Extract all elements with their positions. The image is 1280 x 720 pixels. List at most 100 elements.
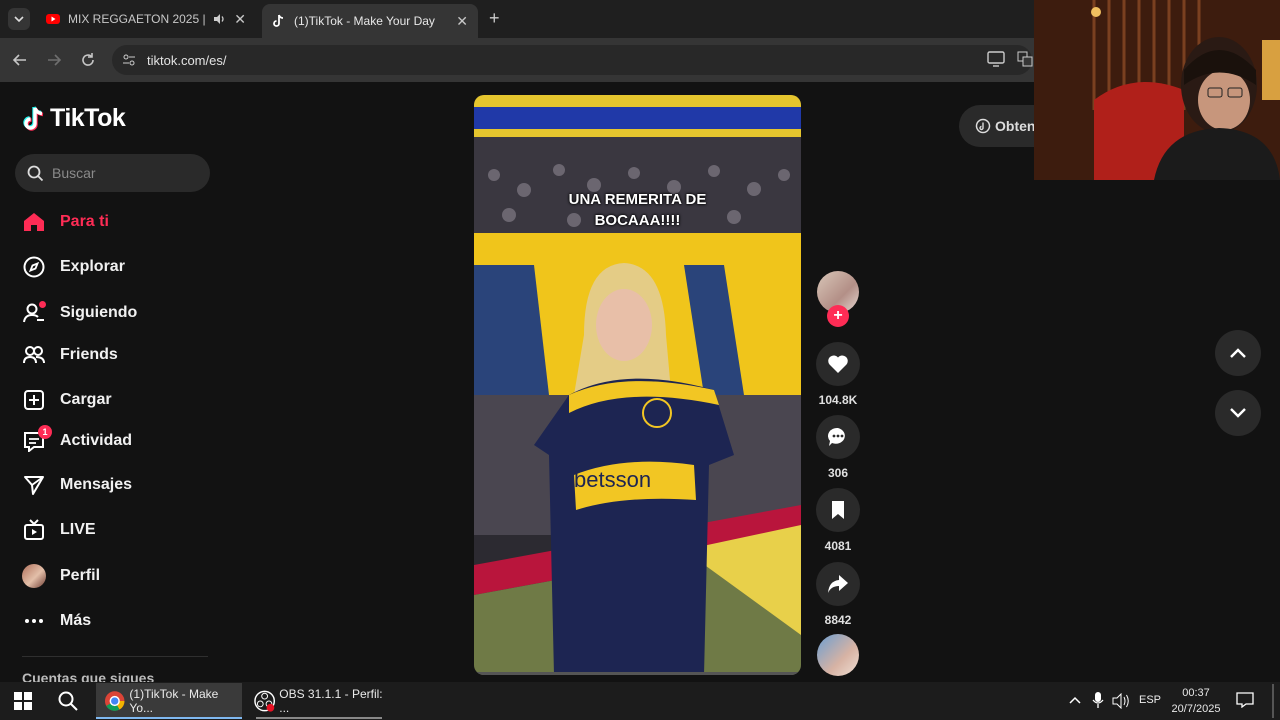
tiktok-icon <box>23 105 44 131</box>
share-button[interactable] <box>816 562 860 606</box>
notification-icon[interactable] <box>1236 692 1254 708</box>
save-count: 4081 <box>824 539 852 553</box>
share-count: 8842 <box>824 613 852 627</box>
arrow-left-icon <box>12 54 26 66</box>
tiktok-icon <box>273 14 284 27</box>
previous-video-button[interactable] <box>1215 330 1261 376</box>
sidebar-item-label: Más <box>60 612 92 629</box>
webcam-overlay <box>1034 0 1280 180</box>
tab-title: MIX REGGAETON 2025 | En <box>68 12 208 26</box>
sidebar-item-label: Cargar <box>60 391 112 408</box>
get-app-label: Obten <box>995 118 1036 134</box>
chrome-icon <box>104 691 125 711</box>
sidebar-item-actividad[interactable]: 1 Actividad <box>22 425 133 456</box>
tab-title: (1)TikTok - Make Your Day <box>294 14 435 28</box>
address-bar[interactable]: tiktok.com/es/ <box>112 45 1032 75</box>
chevron-up-icon[interactable] <box>1069 695 1081 705</box>
sidebar-item-label: LIVE <box>60 521 96 538</box>
bookmark-icon <box>832 501 844 519</box>
tiktok-logo[interactable]: TikTok <box>22 104 126 133</box>
sidebar-item-live[interactable]: LIVE <box>22 515 96 545</box>
profile-avatar <box>22 564 46 588</box>
obs-icon <box>254 690 276 712</box>
sidebar-item-mas[interactable]: Más <box>22 606 91 636</box>
taskbar-app-obs[interactable]: OBS 31.1.1 - Perfil: ... <box>246 683 392 719</box>
sidebar-item-perfil[interactable]: Perfil <box>22 561 100 591</box>
compass-icon <box>23 256 45 278</box>
active-app-indicator <box>96 717 242 719</box>
site-settings-icon[interactable] <box>122 53 136 67</box>
sidebar-item-siguiendo[interactable]: Siguiendo <box>22 298 137 328</box>
windows-start-icon[interactable] <box>14 692 32 710</box>
clock-date: 20/7/2025 <box>1171 703 1221 715</box>
system-clock[interactable]: 00:37 20/7/2025 <box>1166 685 1226 717</box>
like-count: 104.8K <box>818 393 858 407</box>
volume-icon[interactable] <box>1112 693 1130 709</box>
clock-time: 00:37 <box>1182 687 1210 699</box>
sidebar-item-explorar[interactable]: Explorar <box>22 252 125 282</box>
arrow-right-icon <box>48 54 62 66</box>
caption-line-2: BOCAAA!!!! <box>594 212 681 229</box>
like-button[interactable] <box>816 342 860 386</box>
language-indicator[interactable]: ESP <box>1139 694 1161 706</box>
cast-icon[interactable] <box>987 51 1005 67</box>
next-video-button[interactable] <box>1215 390 1261 436</box>
logo-text: TikTok <box>50 104 126 132</box>
video-caption: UNA REMERITA DE BOCAAA!!!! <box>474 189 801 231</box>
notification-dot <box>39 301 46 308</box>
close-icon[interactable]: ✕ <box>456 13 468 30</box>
reload-icon <box>82 53 94 66</box>
reload-button[interactable] <box>78 50 98 70</box>
youtube-icon <box>46 14 60 24</box>
save-button[interactable] <box>816 488 860 532</box>
new-tab-button[interactable]: + <box>489 8 500 29</box>
activity-badge: 1 <box>38 425 52 439</box>
tab-youtube[interactable]: MIX REGGAETON 2025 | En ✕ <box>36 4 256 34</box>
sidebar-item-label: Actividad <box>60 432 133 449</box>
forward-button[interactable] <box>44 50 64 70</box>
sidebar-item-friends[interactable]: Friends <box>22 340 118 370</box>
more-icon <box>25 619 43 623</box>
friends-icon <box>23 346 45 364</box>
sidebar-item-label: Perfil <box>60 567 101 584</box>
sidebar-item-para-ti[interactable]: Para ti <box>22 207 109 237</box>
home-icon <box>24 213 44 231</box>
tab-tiktok[interactable]: (1)TikTok - Make Your Day ✕ <box>262 4 478 38</box>
sidebar-item-label: Mensajes <box>60 476 133 493</box>
speaker-icon[interactable] <box>212 12 226 26</box>
url-text: tiktok.com/es/ <box>147 52 227 68</box>
comment-count: 306 <box>827 466 849 480</box>
share-icon <box>828 575 848 593</box>
show-desktop-button[interactable] <box>1272 684 1274 718</box>
sound-avatar[interactable] <box>817 634 859 676</box>
running-app-indicator <box>256 717 382 719</box>
video-progress-bar[interactable] <box>474 672 801 675</box>
taskbar-app-chrome[interactable]: (1)TikTok - Make Yo... <box>96 683 242 719</box>
upload-icon <box>24 390 44 410</box>
sidebar-item-cargar[interactable]: Cargar <box>22 385 112 415</box>
webcam-feed <box>1034 0 1280 180</box>
sidebar-item-label: Explorar <box>60 258 125 275</box>
back-button[interactable] <box>10 50 30 70</box>
heart-icon <box>828 355 848 373</box>
sidebar-divider <box>22 656 208 657</box>
tab-list-button[interactable] <box>8 8 30 30</box>
taskbar-app-label: (1)TikTok - Make Yo... <box>129 687 219 715</box>
translate-icon[interactable] <box>1017 51 1033 67</box>
sidebar-item-mensajes[interactable]: Mensajes <box>22 470 132 500</box>
follow-button[interactable]: + <box>827 305 849 327</box>
sidebar-item-label: Friends <box>60 346 118 363</box>
search-placeholder: Buscar <box>52 165 96 181</box>
chevron-down-icon <box>1230 408 1246 418</box>
search-input[interactable]: Buscar <box>15 154 210 192</box>
messages-icon <box>24 476 44 495</box>
video-frame <box>474 95 801 675</box>
live-icon <box>24 519 44 540</box>
comment-button[interactable] <box>816 415 860 459</box>
search-icon[interactable] <box>58 691 78 711</box>
microphone-icon[interactable] <box>1092 692 1104 708</box>
chevron-down-icon <box>14 16 24 23</box>
video-player[interactable]: betsson <box>474 95 801 675</box>
close-icon[interactable]: ✕ <box>234 11 246 28</box>
comment-icon <box>827 427 845 446</box>
